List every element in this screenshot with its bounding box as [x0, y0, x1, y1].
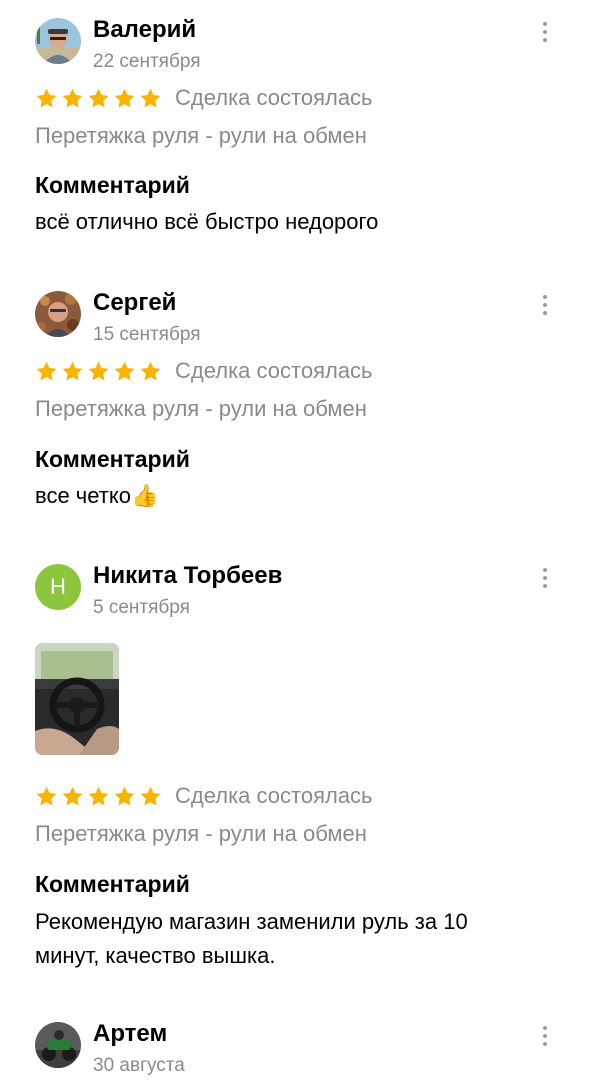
star-icon: [114, 88, 135, 108]
avatar-photo: [35, 1022, 81, 1068]
star-icon: [62, 786, 83, 806]
author-name[interactable]: Сергей: [93, 289, 176, 317]
rating-row: Сделка состоялась: [35, 781, 373, 811]
comment-text: все четко👍: [35, 483, 159, 508]
more-vertical-icon[interactable]: [534, 563, 556, 593]
avatar[interactable]: [35, 1022, 81, 1068]
review-date: 5 сентября: [93, 597, 190, 618]
author-name[interactable]: Артем: [93, 1020, 167, 1048]
rating-row: Сделка состоялась: [35, 83, 373, 113]
review-date: 30 августа: [93, 1055, 185, 1076]
author-name[interactable]: Валерий: [93, 16, 196, 44]
avatar[interactable]: [35, 18, 81, 64]
star-icon: [114, 786, 135, 806]
star-icon: [140, 361, 161, 381]
avatar[interactable]: Н: [35, 564, 81, 610]
review-date: 22 сентября: [93, 51, 201, 72]
item-title[interactable]: Перетяжка руля - рули на обмен: [35, 123, 367, 149]
star-icon: [36, 786, 57, 806]
review-date: 15 сентября: [93, 324, 201, 345]
star-icon: [88, 361, 109, 381]
star-icon: [36, 88, 57, 108]
more-vertical-icon[interactable]: [534, 1021, 556, 1051]
deal-status: Сделка состоялась: [175, 85, 373, 110]
star-icon: [36, 361, 57, 381]
rating-stars: [35, 785, 162, 808]
comment-text: всё отлично всё быстро недорого: [35, 209, 379, 234]
star-icon: [88, 88, 109, 108]
star-icon: [140, 786, 161, 806]
more-vertical-icon[interactable]: [534, 17, 556, 47]
comment-text: Рекомендую магазин заменили руль за 10 м…: [35, 909, 468, 968]
star-icon: [114, 361, 135, 381]
comment-label: Комментарий: [35, 172, 190, 198]
star-icon: [88, 786, 109, 806]
item-title[interactable]: Перетяжка руля - рули на обмен: [35, 821, 367, 847]
comment-label: Комментарий: [35, 871, 190, 897]
avatar-photo: [35, 291, 81, 337]
item-title[interactable]: Перетяжка руля - рули на обмен: [35, 396, 367, 422]
review-photo[interactable]: [35, 643, 119, 755]
rating-stars: [35, 87, 162, 110]
star-icon: [140, 88, 161, 108]
avatar[interactable]: [35, 291, 81, 337]
avatar-photo: [35, 18, 81, 64]
star-icon: [62, 88, 83, 108]
deal-status: Сделка состоялась: [175, 783, 373, 808]
star-icon: [62, 361, 83, 381]
rating-row: Сделка состоялась: [35, 356, 373, 386]
rating-stars: [35, 360, 162, 383]
comment-label: Комментарий: [35, 446, 190, 472]
author-name[interactable]: Никита Торбеев: [93, 562, 282, 590]
steering-wheel-photo: [35, 643, 119, 755]
deal-status: Сделка состоялась: [175, 358, 373, 383]
more-vertical-icon[interactable]: [534, 290, 556, 320]
